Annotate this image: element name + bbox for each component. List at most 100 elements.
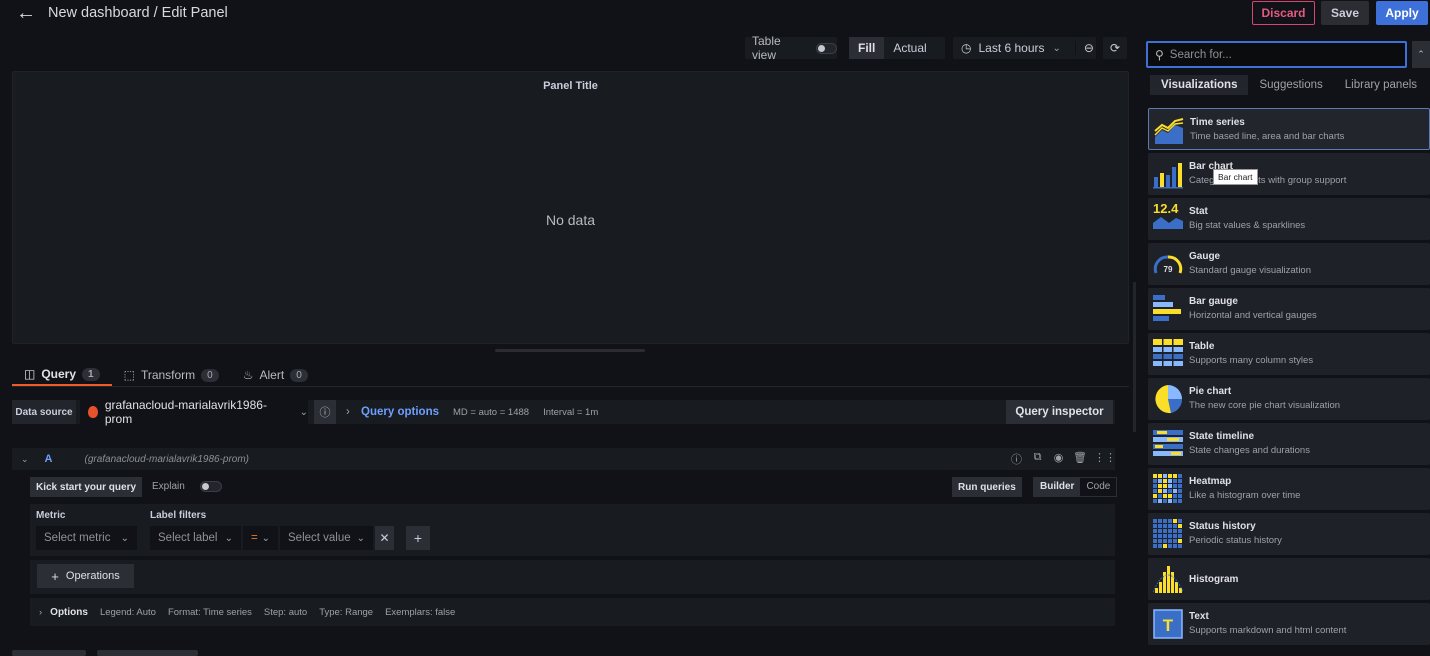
tab-label: Alert [259,368,285,382]
apply-button[interactable]: Apply [1376,1,1428,25]
vertical-splitter[interactable] [1133,282,1136,432]
tab-divider [12,386,1129,387]
time-range-picker[interactable]: ◷ Last 6 hours ⌄ ⊖ [953,37,1096,59]
viz-item-status-history[interactable]: Status history Periodic status history [1148,513,1430,555]
tab-alert[interactable]: ♨ Alert 0 [231,364,320,386]
option-format: Format: Time series [167,606,252,618]
viz-name: Time series [1190,117,1245,128]
viz-item-bar-chart[interactable]: Bar chart Categorical charts with group … [1148,153,1430,195]
icon-cell [1168,524,1172,528]
back-arrow-icon[interactable]: ← [16,3,36,24]
viz-item-gauge[interactable]: 79 Gauge Standard gauge visualization [1148,243,1430,285]
icon-cell [1173,524,1177,528]
tab-suggestions[interactable]: Suggestions [1248,75,1333,95]
collapse-chevron-icon[interactable]: ⌄ [21,454,29,465]
icon-cell [1178,484,1182,488]
viz-item-text[interactable]: T Text Supports markdown and html conten… [1148,603,1430,645]
viz-name: Pie chart [1189,386,1232,397]
explain-switch[interactable] [200,481,222,492]
trash-icon[interactable]: 🗑 [1073,451,1087,467]
datasource-picker[interactable]: grafanacloud-marialavrik1986-prom ⌄ [80,398,308,426]
metric-label-section: Metric Label filters Select metric ⌄ Sel… [30,504,1115,556]
remove-filter-button[interactable]: ✕ [375,526,394,550]
top-bar: ← New dashboard / Edit Panel Discard Sav… [0,0,1430,28]
zoom-out-icon[interactable]: ⊖ [1074,41,1094,55]
viz-search-input[interactable]: ⚲ Search for... [1146,41,1407,68]
viz-desc: Horizontal and vertical gauges [1189,310,1317,321]
tab-visualizations[interactable]: Visualizations [1150,75,1249,95]
viz-desc: Standard gauge visualization [1189,265,1312,276]
viz-item-heatmap[interactable]: Heatmap Like a histogram over time [1148,468,1430,510]
query-inspector-button[interactable]: Query inspector [1006,400,1113,424]
code-mode-button[interactable]: Code [1080,478,1116,496]
chevron-down-icon: ⌄ [356,532,365,544]
collapse-picker-button[interactable]: ⌃ [1412,41,1430,68]
icon-cell [1173,539,1177,543]
tab-library-panels[interactable]: Library panels [1334,75,1428,95]
icon-cell [1163,524,1167,528]
tab-transform[interactable]: ⬚ Transform 0 [112,364,231,386]
icon-cell [1168,534,1172,538]
duplicate-icon[interactable]: ⧉ [1031,451,1044,467]
horizontal-splitter[interactable] [495,349,645,352]
icon-cell [1158,499,1162,503]
help-icon[interactable]: ⓘ [1010,451,1023,467]
metric-select[interactable]: Select metric ⌄ [36,526,137,550]
datasource-row: Data source grafanacloud-marialavrik1986… [12,398,1115,426]
viz-item-state-timeline[interactable]: State timeline State changes and duratio… [1148,423,1430,465]
table-view-switch[interactable] [815,42,837,54]
add-query-button[interactable] [12,650,86,656]
add-filter-button[interactable]: + [406,526,430,550]
fill-button[interactable]: Fill [849,37,885,59]
panel-title[interactable]: Panel Title [13,80,1128,92]
icon-cell [1168,519,1172,523]
eye-icon[interactable]: ◉ [1052,451,1065,467]
value-select[interactable]: Select value ⌄ [280,526,373,550]
add-expression-button[interactable] [97,650,198,656]
stat-value: 12.4 [1153,201,1179,216]
icon-cell [1153,479,1157,483]
actual-button[interactable]: Actual [884,37,935,59]
query-ref-id[interactable]: A [45,453,53,465]
query-options-row[interactable]: › Options Legend: Auto Format: Time seri… [30,598,1115,626]
time-series-icon [1154,118,1184,144]
viz-item-table[interactable]: Table Supports many column styles [1148,333,1430,375]
viz-item-histogram[interactable]: Histogram [1148,558,1430,600]
label-placeholder: Select label [158,532,218,544]
query-options-toggle[interactable]: › Query options [346,406,439,418]
explain-toggle[interactable]: Explain [152,481,222,492]
icon-cell [1173,494,1177,498]
run-queries-button[interactable]: Run queries [952,477,1022,497]
options-label[interactable]: Options [50,607,88,618]
database-icon: ◫ [24,367,36,381]
label-select[interactable]: Select label ⌄ [150,526,241,550]
table-view-label: Table view [752,34,781,62]
drag-handle-icon[interactable]: ⋮⋮ [1094,451,1116,467]
add-operation-button[interactable]: + Operations [37,564,134,588]
viz-name: Table [1189,341,1215,352]
kick-start-button[interactable]: Kick start your query [30,477,143,497]
icon-cell [1158,489,1162,493]
bell-icon: ♨ [242,368,254,382]
viz-item-pie-chart[interactable]: Pie chart The new core pie chart visuali… [1148,378,1430,420]
icon-cell [1168,479,1172,483]
icon-cell [1168,539,1172,543]
viz-item-time-series[interactable]: Time series Time based line, area and ba… [1148,108,1430,150]
refresh-button[interactable]: ⟳ [1103,37,1127,59]
operator-select[interactable]: = ⌄ [243,526,278,550]
viz-item-stat[interactable]: 12.4 Stat Big stat values & sparklines [1148,198,1430,240]
viz-name: Status history [1189,521,1256,532]
icon-cell [1168,474,1172,478]
datasource-help-button[interactable]: ⓘ [314,400,336,424]
viz-item-bar-gauge[interactable]: Bar gauge Horizontal and vertical gauges [1148,288,1430,330]
builder-mode-button[interactable]: Builder [1034,478,1081,496]
icon-cell [1163,529,1167,533]
icon-cell [1153,474,1157,478]
histogram-icon [1153,566,1183,593]
discard-button[interactable]: Discard [1252,1,1315,25]
save-button[interactable]: Save [1321,1,1369,25]
tab-label: Transform [140,368,196,382]
tab-query[interactable]: ◫ Query 1 [12,364,112,386]
table-view-toggle[interactable]: Table view [745,34,837,62]
viz-list: Time series Time based line, area and ba… [1148,108,1430,648]
